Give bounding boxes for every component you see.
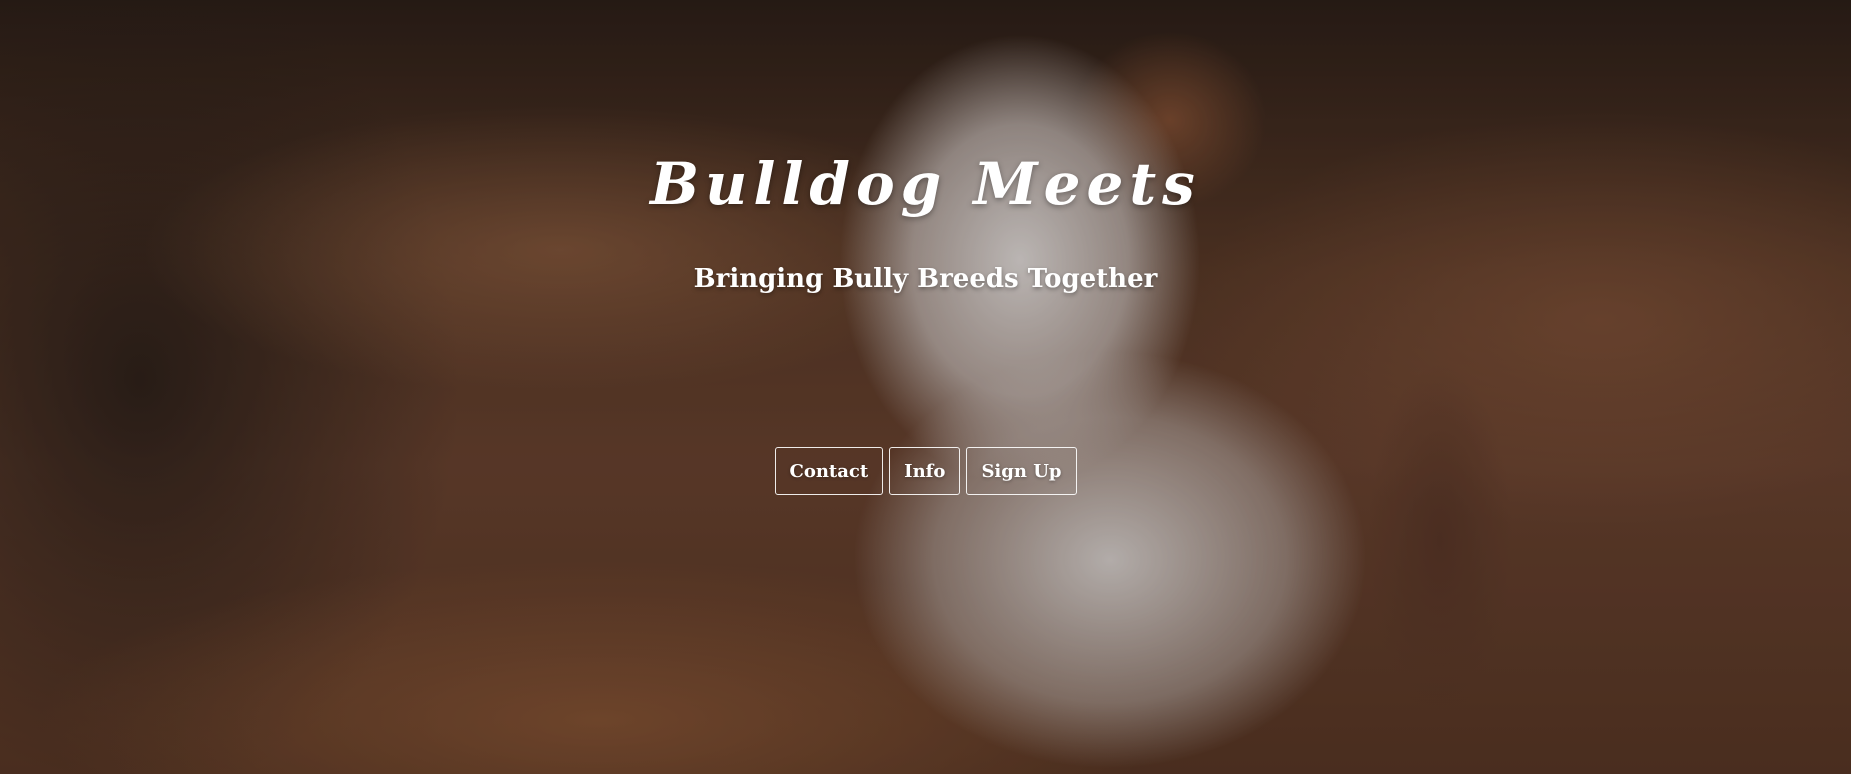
hero-content: Bulldog Meets Bringing Bully Breeds Toge…	[0, 0, 1851, 774]
page-subtitle: Bringing Bully Breeds Together	[693, 264, 1158, 294]
hero-button-group: Contact Info Sign Up	[0, 447, 1851, 495]
sign-up-button[interactable]: Sign Up	[966, 447, 1077, 495]
page-title: Bulldog Meets	[650, 150, 1201, 218]
contact-button[interactable]: Contact	[774, 447, 884, 495]
info-button[interactable]: Info	[889, 447, 961, 495]
hero-section: Bulldog Meets Bringing Bully Breeds Toge…	[0, 0, 1851, 774]
